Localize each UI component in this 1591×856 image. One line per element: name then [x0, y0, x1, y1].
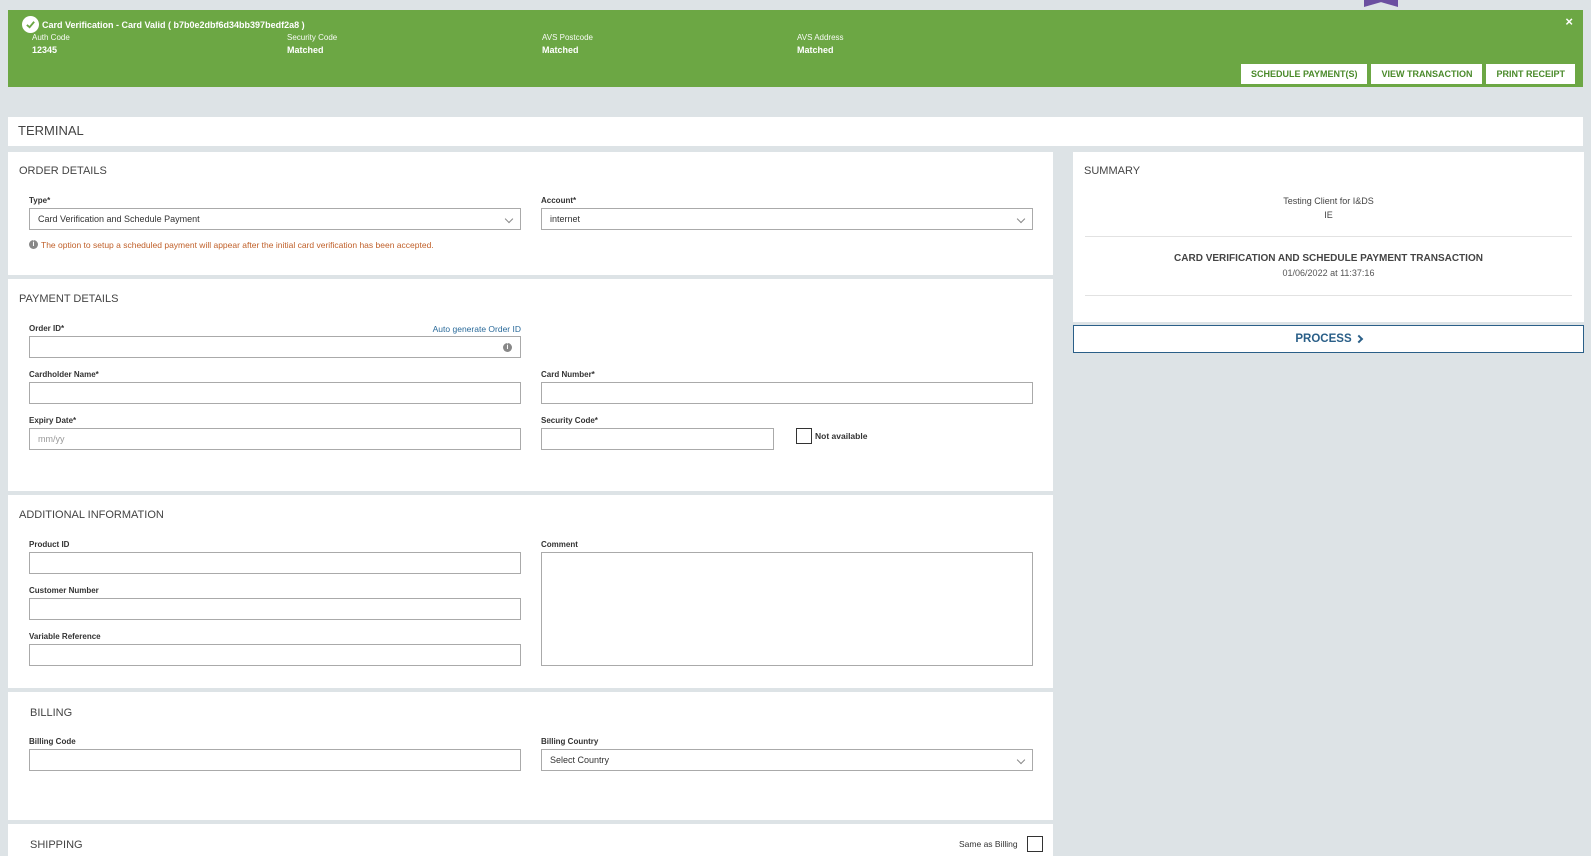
customer-number-input[interactable] [29, 598, 521, 620]
card-number-label: Card Number* [541, 370, 595, 379]
billing-code-label: Billing Code [29, 737, 76, 746]
view-transaction-button[interactable]: VIEW TRANSACTION [1371, 64, 1483, 84]
order-id-input[interactable]: i [29, 336, 521, 358]
avs-postcode-value: Matched [542, 45, 579, 55]
banner-actions: SCHEDULE PAYMENT(S) VIEW TRANSACTION PRI… [1240, 64, 1575, 84]
product-id-input[interactable] [29, 552, 521, 574]
client-name: Testing Client for I&DS [1283, 196, 1374, 206]
schedule-note: The option to setup a scheduled payment … [41, 240, 434, 250]
order-id-label: Order ID* [29, 324, 65, 333]
account-select-value: internet [550, 214, 581, 224]
transaction-datetime: 01/06/2022 at 11:37:16 [1282, 268, 1375, 278]
customer-number-label: Customer Number [29, 586, 99, 595]
type-select-value: Card Verification and Schedule Payment [38, 214, 200, 224]
payment-details-title: PAYMENT DETAILS [19, 293, 119, 305]
auth-code-value: 12345 [32, 45, 58, 55]
expiry-date-label: Expiry Date* [29, 416, 77, 425]
order-details-title: ORDER DETAILS [19, 165, 107, 177]
billing-title: BILLING [30, 707, 73, 719]
same-as-billing-label: Same as Billing [959, 839, 1018, 849]
bookmark-ribbon [1364, 0, 1398, 7]
account-select[interactable]: internet [541, 208, 1033, 230]
summary-panel: SUMMARY Testing Client for I&DS IE CARD … [1073, 152, 1584, 322]
banner-title: Card Verification - Card Valid ( b7b0e2d… [42, 19, 305, 30]
close-icon[interactable]: × [1565, 14, 1573, 29]
security-code-value: Matched [287, 45, 324, 55]
security-code-input[interactable] [541, 428, 774, 450]
security-code-label: Security Code [287, 33, 338, 42]
client-country: IE [1324, 210, 1333, 220]
security-code-input-label: Security Code* [541, 416, 598, 425]
transaction-type: CARD VERIFICATION AND SCHEDULE PAYMENT T… [1174, 253, 1483, 264]
additional-info-panel: ADDITIONAL INFORMATION Product ID Custom… [8, 495, 1053, 688]
avs-address-field: AVS Address Matched [797, 33, 844, 55]
product-id-label: Product ID [29, 540, 70, 549]
expiry-date-input[interactable]: mm/yy [29, 428, 521, 450]
chevron-right-icon [1354, 334, 1363, 344]
shipping-panel: SHIPPING Same as Billing [8, 824, 1053, 856]
variable-reference-input[interactable] [29, 644, 521, 666]
avs-postcode-label: AVS Postcode [542, 33, 593, 42]
summary-title: SUMMARY [1084, 165, 1141, 177]
payment-details-panel: PAYMENT DETAILS Order ID* Auto generate … [8, 279, 1053, 491]
not-available-checkbox[interactable] [796, 428, 812, 444]
process-button[interactable]: PROCESS [1073, 325, 1584, 353]
summary-divider-bottom [1085, 295, 1572, 296]
info-icon: i [29, 240, 38, 249]
page-title: TERMINAL [8, 117, 1583, 146]
security-code-field: Security Code Matched [287, 33, 337, 55]
verification-banner: Card Verification - Card Valid ( b7b0e2d… [8, 10, 1583, 87]
comment-textarea[interactable] [541, 552, 1033, 666]
billing-country-value: Select Country [550, 755, 610, 765]
billing-code-input[interactable] [29, 749, 521, 771]
same-as-billing-checkbox[interactable] [1027, 836, 1043, 852]
shipping-title: SHIPPING [30, 839, 83, 851]
check-circle-icon [22, 16, 39, 33]
auth-code-label: Auth Code [32, 33, 70, 42]
order-id-info-icon[interactable]: i [503, 343, 512, 352]
type-label: Type* [29, 196, 51, 205]
print-receipt-button[interactable]: PRINT RECEIPT [1486, 64, 1575, 84]
not-available-label: Not available [815, 431, 868, 441]
process-label: PROCESS [1295, 333, 1352, 345]
card-number-input[interactable] [541, 382, 1033, 404]
cardholder-name-input[interactable] [29, 382, 521, 404]
additional-info-title: ADDITIONAL INFORMATION [19, 509, 164, 521]
billing-country-label: Billing Country [541, 737, 599, 746]
billing-country-select[interactable]: Select Country [541, 749, 1033, 771]
auth-code-field: Auth Code 12345 [32, 33, 70, 55]
comment-label: Comment [541, 540, 578, 549]
avs-address-label: AVS Address [797, 33, 844, 42]
account-label: Account* [541, 196, 577, 205]
summary-divider-top [1085, 236, 1572, 237]
type-select[interactable]: Card Verification and Schedule Payment [29, 208, 521, 230]
billing-panel: BILLING Billing Code Billing Country Sel… [8, 692, 1053, 820]
avs-postcode-field: AVS Postcode Matched [542, 33, 593, 55]
order-details-panel: ORDER DETAILS Type* Card Verification an… [8, 152, 1053, 275]
schedule-payments-button[interactable]: SCHEDULE PAYMENT(S) [1240, 64, 1368, 84]
cardholder-name-label: Cardholder Name* [29, 370, 99, 379]
variable-reference-label: Variable Reference [29, 632, 101, 641]
avs-address-value: Matched [797, 45, 834, 55]
auto-generate-order-id-link[interactable]: Auto generate Order ID [426, 324, 521, 334]
banner-title-row: Card Verification - Card Valid ( b7b0e2d… [22, 16, 305, 33]
